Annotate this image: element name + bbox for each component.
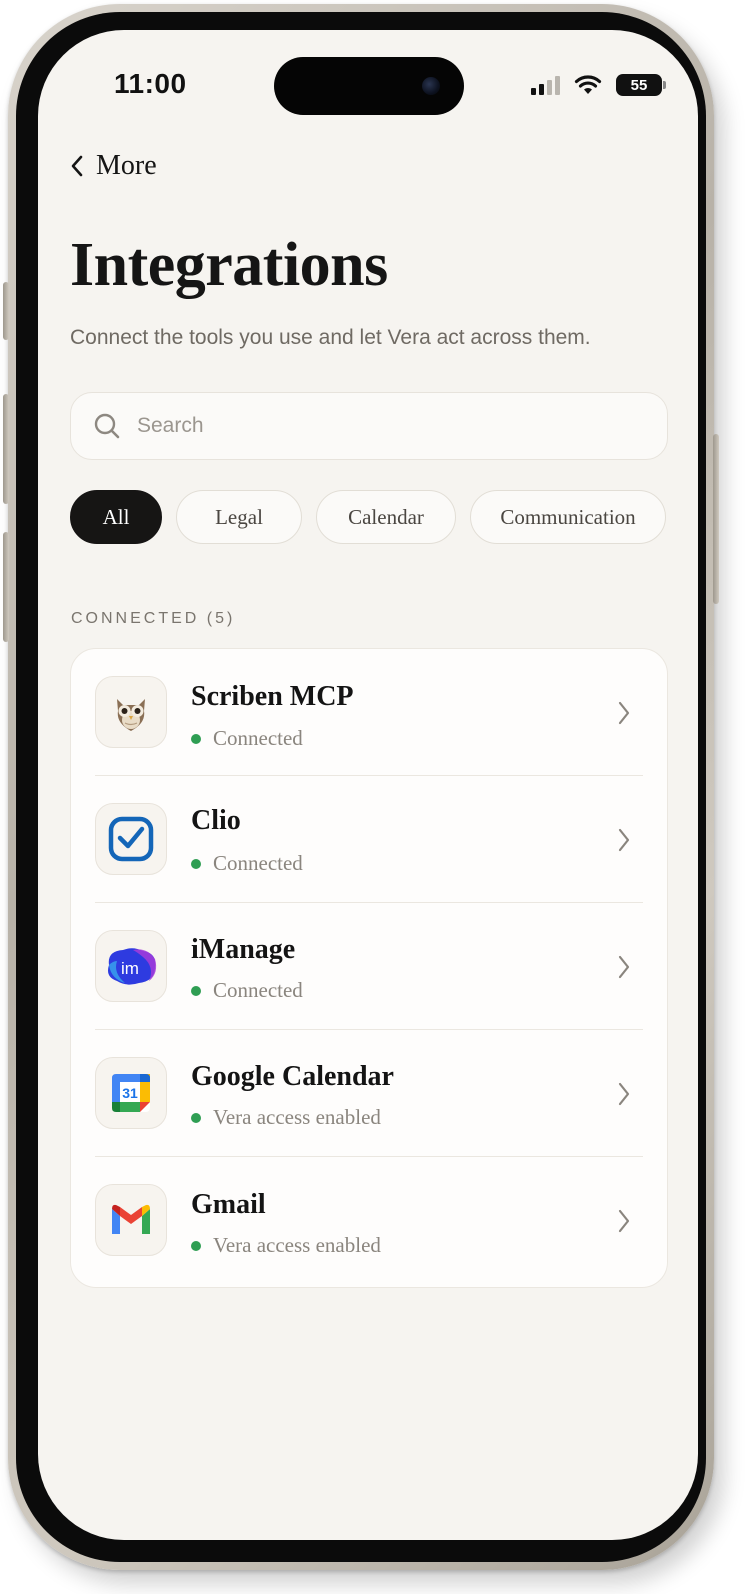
list-item-imanage[interactable]: im iManage Connected	[71, 903, 667, 1030]
google-calendar-icon: 31	[95, 1057, 167, 1129]
search-input[interactable]	[137, 414, 617, 438]
svg-text:31: 31	[122, 1085, 138, 1101]
svg-text:im: im	[121, 959, 139, 978]
filter-chip-calendar[interactable]: Calendar	[316, 490, 456, 544]
chevron-right-icon	[618, 1209, 630, 1233]
back-label: More	[96, 150, 157, 181]
filter-chip-legal[interactable]: Legal	[176, 490, 302, 544]
integration-name: Clio	[191, 805, 241, 836]
list-item-gmail[interactable]: Gmail Vera access enabled	[71, 1157, 667, 1284]
power-button	[713, 434, 719, 604]
list-item-google-calendar[interactable]: 31 Google Calendar Vera access enabled	[71, 1030, 667, 1157]
integration-name: Gmail	[191, 1189, 266, 1220]
camera-icon	[422, 77, 440, 95]
section-label: CONNECTED (5)	[71, 610, 236, 627]
integration-status: Vera access enabled	[191, 1233, 381, 1258]
screen: 11:00 55 More Integrations Connect the t…	[38, 30, 698, 1540]
status-time: 11:00	[114, 68, 187, 99]
status-dot-icon	[191, 858, 201, 869]
imanage-icon: im	[95, 930, 167, 1002]
status-dot-icon	[191, 985, 201, 996]
dynamic-island	[274, 57, 464, 115]
chevron-right-icon	[618, 828, 630, 852]
chevron-left-icon	[71, 155, 83, 177]
page-subtitle: Connect the tools you use and let Vera a…	[70, 326, 591, 349]
search-icon	[94, 413, 120, 439]
status-icons: 55	[531, 74, 666, 96]
chevron-right-icon	[618, 955, 630, 979]
list-item-scriben-mcp[interactable]: Scriben MCP Connected	[71, 649, 667, 776]
status-text: Connected	[213, 978, 303, 1002]
chevron-right-icon	[618, 701, 630, 725]
status-text: Connected	[213, 726, 303, 750]
status-dot-icon	[191, 1112, 201, 1123]
signal-icon	[531, 75, 560, 95]
integration-name: iManage	[191, 934, 296, 965]
list-item-clio[interactable]: Clio Connected	[71, 776, 667, 903]
action-button	[3, 282, 9, 340]
status-text: Connected	[213, 851, 303, 875]
integration-name: Google Calendar	[191, 1061, 394, 1092]
status-dot-icon	[191, 1240, 201, 1251]
search-bar[interactable]	[70, 392, 668, 460]
gmail-icon	[95, 1184, 167, 1256]
back-button[interactable]: More	[70, 150, 157, 182]
integration-status: Connected	[191, 851, 303, 876]
integration-status: Connected	[191, 978, 303, 1003]
filter-chip-all[interactable]: All	[70, 490, 162, 544]
status-text: Vera access enabled	[213, 1233, 381, 1257]
owl-icon	[95, 676, 167, 748]
page-title: Integrations	[70, 231, 388, 299]
battery-icon: 55	[616, 74, 666, 96]
status-text: Vera access enabled	[213, 1105, 381, 1129]
filter-chip-communication[interactable]: Communication	[470, 490, 666, 544]
clio-icon	[95, 803, 167, 875]
integration-status: Connected	[191, 726, 303, 751]
status-dot-icon	[191, 733, 201, 744]
filter-chips: All Legal Calendar Communication	[70, 490, 666, 544]
wifi-icon	[574, 75, 602, 94]
phone-frame: 11:00 55 More Integrations Connect the t…	[3, 4, 719, 1570]
chevron-right-icon	[618, 1082, 630, 1106]
integration-status: Vera access enabled	[191, 1105, 381, 1130]
volume-down-button	[3, 532, 9, 642]
integration-name: Scriben MCP	[191, 681, 354, 712]
integrations-list: Scriben MCP Connected Clio Connected im …	[70, 648, 668, 1288]
bezel: 11:00 55 More Integrations Connect the t…	[16, 12, 706, 1562]
volume-up-button	[3, 394, 9, 504]
